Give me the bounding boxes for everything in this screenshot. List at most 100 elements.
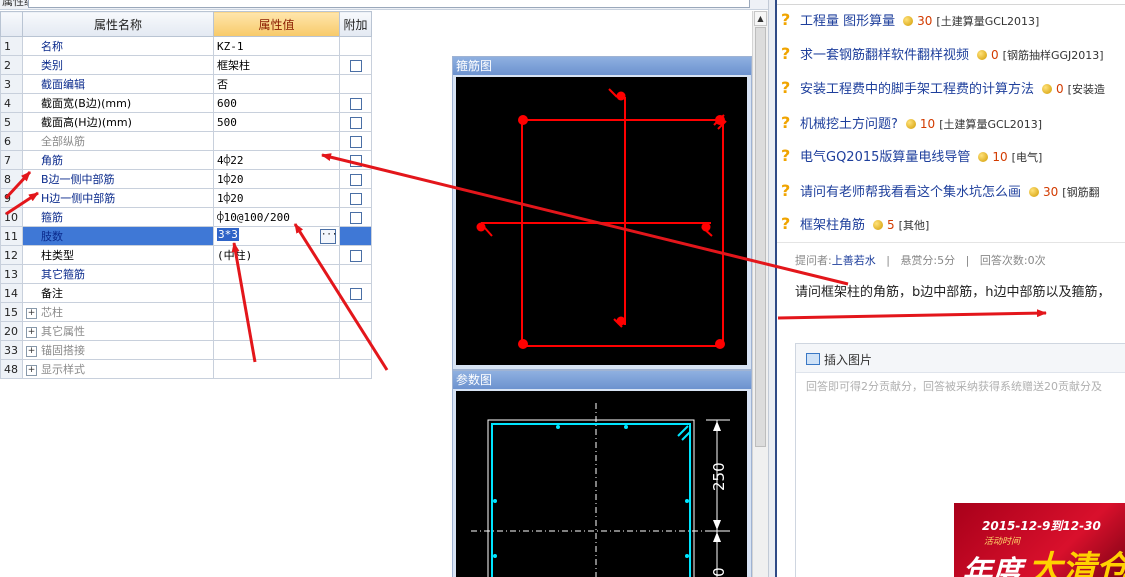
property-value[interactable] xyxy=(213,340,340,360)
extra-checkbox[interactable] xyxy=(349,173,362,186)
scroll-up-icon[interactable]: ▲ xyxy=(754,11,767,26)
property-row[interactable]: 20 + 其它属性 xyxy=(0,321,372,341)
promo-subtitle: 活动时间 xyxy=(984,537,1021,547)
question-category[interactable]: [土建算量GCL2013] xyxy=(939,118,1042,131)
property-value[interactable]: 1⌽20 xyxy=(213,169,340,189)
extra-checkbox[interactable] xyxy=(349,154,362,167)
app-vertical-scrollbar[interactable]: ▲ xyxy=(752,11,768,577)
property-value[interactable] xyxy=(213,359,340,379)
expand-icon[interactable]: + xyxy=(26,326,37,338)
property-value[interactable] xyxy=(213,131,340,151)
extra-cell xyxy=(339,188,372,208)
property-row[interactable]: 2 类别 框架柱 xyxy=(0,55,372,75)
picture-icon[interactable] xyxy=(806,353,820,365)
question-title[interactable]: 安装工程费中的脚手架工程费的计算方法 xyxy=(800,82,1034,97)
expand-icon[interactable]: + xyxy=(26,345,37,357)
property-row[interactable]: 5 截面高(H边)(mm) 500 xyxy=(0,112,372,132)
extra-checkbox[interactable] xyxy=(349,211,362,224)
question-title[interactable]: 工程量 图形算量 xyxy=(800,14,895,29)
property-name[interactable]: + 芯柱 xyxy=(22,302,214,322)
extra-cell xyxy=(339,150,372,170)
property-row[interactable]: 48 + 显示样式 xyxy=(0,359,372,379)
promo-banner[interactable]: 2015-12-9到12-30 活动时间 年度 大清仓 xyxy=(954,503,1125,577)
asker-link[interactable]: 上善若水 xyxy=(832,254,876,267)
header-extra[interactable]: 附加 xyxy=(339,11,372,37)
property-row[interactable]: 1 名称 KZ-1 xyxy=(0,36,372,56)
property-row[interactable]: 13 其它箍筋 xyxy=(0,264,372,284)
property-value[interactable] xyxy=(213,321,340,341)
question-title[interactable]: 求一套钢筋翻样软件翻样视频 xyxy=(800,48,969,63)
property-name[interactable]: + 锚固搭接 xyxy=(22,340,214,360)
property-row[interactable]: 7 角筋 4⌽22 xyxy=(0,150,372,170)
question-category[interactable]: [钢筋抽样GGJ2013] xyxy=(1003,49,1104,62)
insert-image-button[interactable]: 插入图片 xyxy=(824,351,872,368)
property-value[interactable] xyxy=(213,283,340,303)
question-category[interactable]: [钢筋翻 xyxy=(1062,186,1099,199)
scroll-thumb[interactable] xyxy=(755,27,766,447)
question-category[interactable]: [其他] xyxy=(899,219,930,232)
question-category[interactable]: [电气] xyxy=(1012,151,1043,164)
question-title[interactable]: 电气GQ2015版算量电线导管 xyxy=(800,150,970,165)
question-entry[interactable]: 框架柱角筋 5 [其他] xyxy=(800,216,929,235)
property-row[interactable]: 8 B边一侧中部筋 1⌽20 xyxy=(0,169,372,189)
property-row[interactable]: 4 截面宽(B边)(mm) 600 xyxy=(0,93,372,113)
question-score: 10 xyxy=(992,150,1008,164)
question-entry[interactable]: 机械挖土方问题? 10 [土建算量GCL2013] xyxy=(800,115,1042,134)
question-category[interactable]: [土建算量GCL2013] xyxy=(936,15,1039,28)
property-value[interactable] xyxy=(213,302,340,322)
extra-checkbox[interactable] xyxy=(349,135,362,148)
question-title[interactable]: 请问有老师帮我看看这个集水坑怎么画 xyxy=(800,185,1021,200)
middle-bar-top xyxy=(616,91,626,101)
property-value[interactable]: 框架柱 xyxy=(213,55,340,75)
extra-checkbox[interactable] xyxy=(349,287,362,300)
extra-checkbox[interactable] xyxy=(349,249,362,262)
question-entry[interactable]: 求一套钢筋翻样软件翻样视频 0 [钢筋抽样GGJ2013] xyxy=(800,46,1104,65)
property-row[interactable]: 6 全部纵筋 xyxy=(0,131,372,151)
property-name[interactable]: + 其它属性 xyxy=(22,321,214,341)
question-entry[interactable]: 请问有老师帮我看看这个集水坑怎么画 30 [钢筋翻 xyxy=(800,183,1100,202)
property-value[interactable]: ⌽10@100/200 xyxy=(213,207,340,227)
extra-cell xyxy=(339,302,372,322)
stirrup-diagram-title: 箍筋图 xyxy=(453,57,751,75)
property-row[interactable]: 15 + 芯柱 xyxy=(0,302,372,322)
extra-checkbox[interactable] xyxy=(349,97,362,110)
property-editor-field[interactable] xyxy=(28,0,750,8)
ellipsis-button[interactable]: ··· xyxy=(320,229,337,244)
property-value[interactable]: 否 xyxy=(213,74,340,94)
property-name[interactable]: + 显示样式 xyxy=(22,359,214,379)
property-row[interactable]: 11 肢数 ··· 3*3 xyxy=(0,226,372,246)
property-value[interactable] xyxy=(213,264,340,284)
header-property-value[interactable]: 属性值 xyxy=(213,11,340,37)
dim-arrow xyxy=(713,421,721,431)
property-value[interactable]: 500 xyxy=(213,112,340,132)
question-title[interactable]: 框架柱角筋 xyxy=(800,218,865,233)
property-value[interactable]: 4⌽22 xyxy=(213,150,340,170)
property-value[interactable]: 1⌽20 xyxy=(213,188,340,208)
question-entry[interactable]: 电气GQ2015版算量电线导管 10 [电气] xyxy=(800,148,1042,167)
param-bar xyxy=(493,554,497,558)
header-property-name[interactable]: 属性名称 xyxy=(22,11,214,37)
extra-checkbox[interactable] xyxy=(349,192,362,205)
row-number: 4 xyxy=(0,93,23,113)
question-entry[interactable]: 工程量 图形算量 30 [土建算量GCL2013] xyxy=(800,12,1039,31)
property-row[interactable]: 10 箍筋 ⌽10@100/200 xyxy=(0,207,372,227)
question-title[interactable]: 机械挖土方问题? xyxy=(800,117,898,132)
property-name: 截面编辑 xyxy=(22,74,214,94)
property-row[interactable]: 14 备注 xyxy=(0,283,372,303)
extra-checkbox[interactable] xyxy=(349,116,362,129)
property-value[interactable]: KZ-1 xyxy=(213,36,340,56)
property-row[interactable]: 3 截面编辑 否 xyxy=(0,74,372,94)
property-value[interactable]: ··· 3*3 xyxy=(213,226,340,246)
expand-icon[interactable]: + xyxy=(26,307,37,319)
extra-checkbox[interactable] xyxy=(349,59,362,72)
property-row[interactable]: 12 柱类型 (中柱) xyxy=(0,245,372,265)
property-row[interactable]: 9 H边一侧中部筋 1⌽20 xyxy=(0,188,372,208)
property-value[interactable]: 600 xyxy=(213,93,340,113)
question-category[interactable]: [安装造 xyxy=(1068,83,1105,96)
window-splitter[interactable] xyxy=(768,0,775,577)
property-row[interactable]: 33 + 锚固搭接 xyxy=(0,340,372,360)
property-value[interactable]: (中柱) xyxy=(213,245,340,265)
expand-icon[interactable]: + xyxy=(26,364,37,376)
question-entry[interactable]: 安装工程费中的脚手架工程费的计算方法 0 [安装造 xyxy=(800,80,1105,99)
property-value-text[interactable]: 3*3 xyxy=(217,228,239,241)
